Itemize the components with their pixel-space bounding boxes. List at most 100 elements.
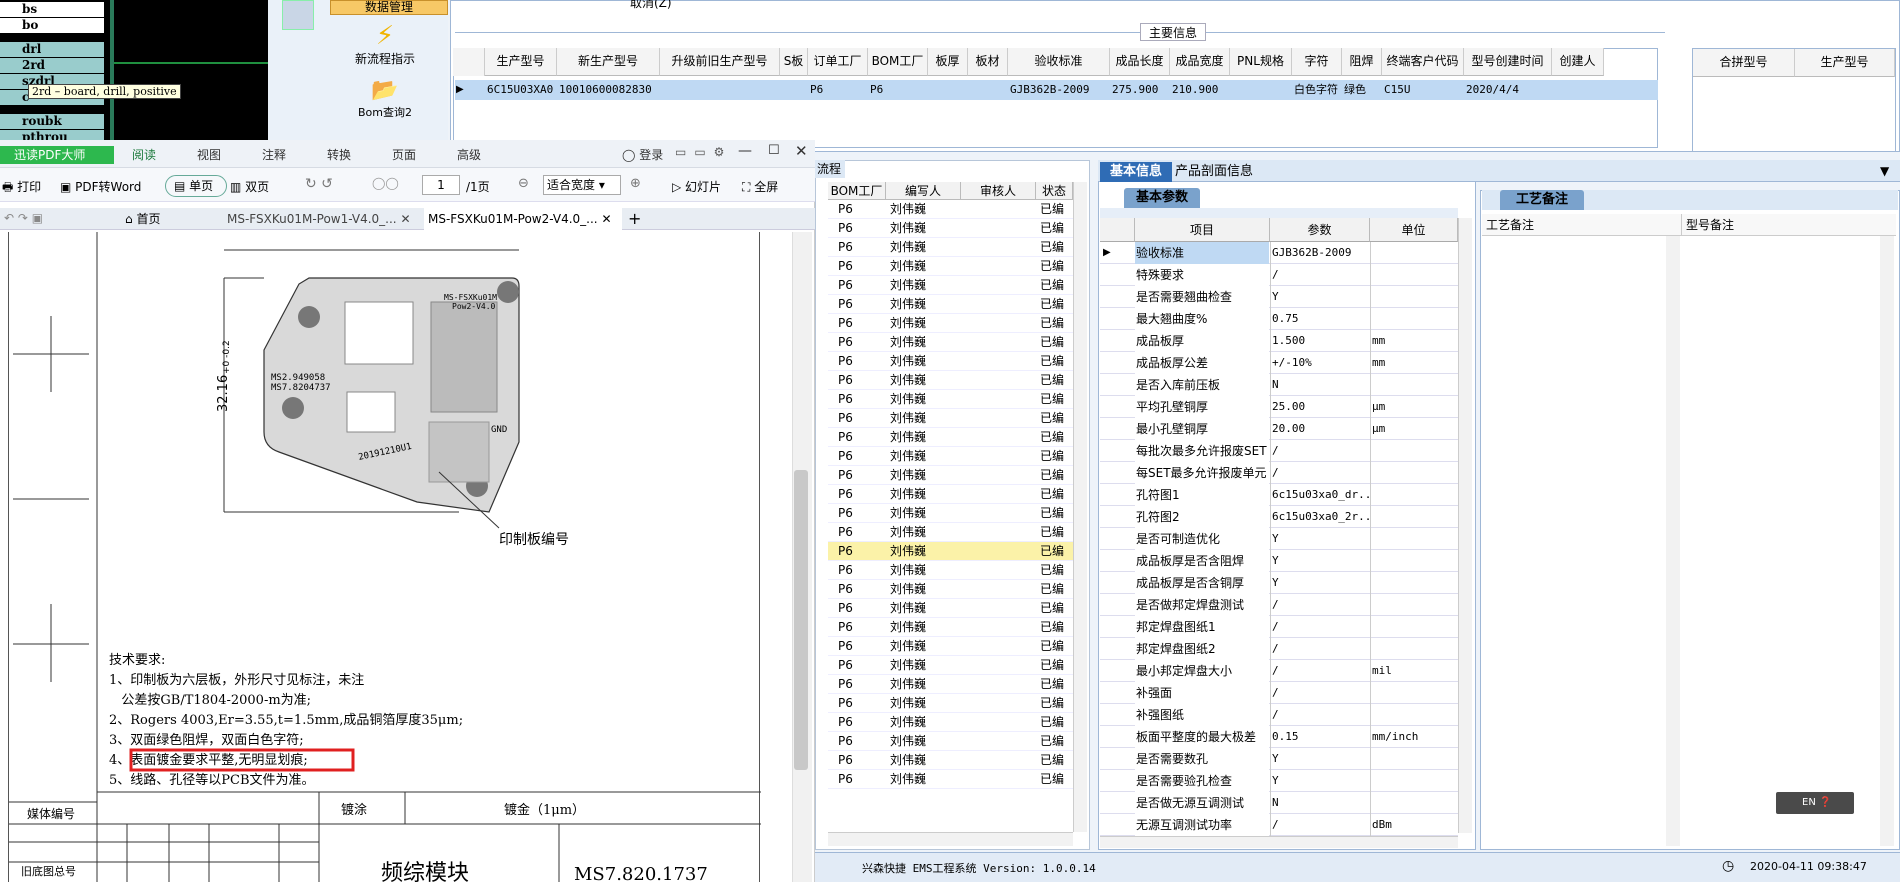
param-row[interactable]: 是否做邦定焊盘测试 / — [1100, 594, 1458, 616]
col-header[interactable]: 成品宽度 — [1170, 48, 1230, 76]
param-value[interactable]: 0.75 — [1270, 308, 1369, 330]
param-value[interactable]: Y — [1270, 770, 1369, 792]
grid-cell[interactable]: 白色字符 — [1294, 80, 1344, 100]
list-item[interactable]: P6 刘伟巍 已编 — [828, 694, 1073, 713]
tab-basic-params[interactable]: 基本参数 — [1124, 188, 1200, 208]
grid-cell[interactable]: 275.900 — [1112, 80, 1172, 100]
param-value[interactable]: / — [1270, 594, 1369, 616]
list-item[interactable]: P6 刘伟巍 已编 — [828, 314, 1073, 333]
list-hscrollbar[interactable] — [828, 832, 1073, 846]
list-item[interactable]: P6 刘伟巍 已编 — [828, 618, 1073, 637]
grid-cell[interactable]: 2020/4/4 — [1466, 80, 1554, 100]
list-item[interactable]: P6 刘伟巍 已编 — [828, 295, 1073, 314]
param-value[interactable]: / — [1270, 638, 1369, 660]
col-header-item[interactable]: 项目 — [1135, 218, 1270, 242]
col-header[interactable]: 审核人 — [961, 182, 1036, 200]
pdf-window-icons[interactable]: ▭▭⚙ — [675, 145, 732, 159]
list-item[interactable]: P6 刘伟巍 已编 — [828, 523, 1073, 542]
param-value[interactable]: / — [1270, 264, 1369, 286]
list-item[interactable]: P6 刘伟巍 已编 — [828, 542, 1073, 561]
single-page-button[interactable]: ▤ 单页 — [165, 175, 227, 197]
col-header[interactable]: 成品长度 — [1110, 48, 1170, 76]
col-header[interactable]: 状态 — [1036, 182, 1073, 200]
ribbon-icon-calc[interactable] — [282, 0, 314, 30]
param-value[interactable]: GJB362B-2009 — [1270, 242, 1369, 264]
pdf-menu-item[interactable]: 页面 — [392, 146, 416, 163]
list-item[interactable]: P6 刘伟巍 已编 — [828, 561, 1073, 580]
col-header[interactable]: PNL规格 — [1230, 48, 1292, 76]
param-row[interactable]: 成品板厚公差 +/-10% mm — [1100, 352, 1458, 374]
param-value[interactable]: N — [1270, 792, 1369, 814]
param-value[interactable]: / — [1270, 682, 1369, 704]
zoom-in-icon[interactable]: ⊕ — [630, 176, 641, 191]
param-row[interactable]: 是否做无源互调测试 N — [1100, 792, 1458, 814]
list-item[interactable]: P6 刘伟巍 已编 — [828, 238, 1073, 257]
tab-basic-info[interactable]: 基本信息 — [1100, 162, 1172, 182]
tab-data-manage[interactable]: 数据管理 — [330, 0, 448, 15]
col-header[interactable]: 订单工厂 — [808, 48, 868, 76]
grid-cell[interactable]: 210.900 — [1172, 80, 1232, 100]
col-header[interactable]: 板厚 — [928, 48, 968, 76]
col-header[interactable]: 终端客户代码 — [1382, 48, 1464, 76]
pdf-app-logo[interactable]: 迅读PDF大师 — [0, 146, 114, 164]
col-header[interactable]: 新生产型号 — [557, 48, 660, 76]
param-row[interactable]: 是否需要翘曲检查 Y — [1100, 286, 1458, 308]
pdf-menu-item[interactable]: 阅读 — [132, 146, 156, 163]
layer-item[interactable]: bs — [0, 2, 104, 17]
col-header[interactable]: 阻焊 — [1342, 48, 1382, 76]
param-row[interactable]: ▶ 验收标准 GJB362B-2009 — [1100, 242, 1458, 264]
list-item[interactable]: P6 刘伟巍 已编 — [828, 257, 1073, 276]
rotate-icons[interactable]: ↻ ↺ — [305, 176, 333, 192]
col-header[interactable]: 编写人 — [886, 182, 961, 200]
param-row[interactable]: 是否需要数孔 Y — [1100, 748, 1458, 770]
param-row[interactable]: 是否可制造优化 Y — [1100, 528, 1458, 550]
param-row[interactable]: 邦定焊盘图纸2/ — [1100, 638, 1458, 660]
param-row[interactable]: 平均孔壁铜厚 25.00 μm — [1100, 396, 1458, 418]
login-link[interactable]: ◯ 登录 — [622, 146, 663, 163]
ime-toolbar[interactable]: EN ❓ — [1776, 792, 1854, 814]
layer-item[interactable]: 2rd — [0, 58, 104, 73]
list-item[interactable]: P6 刘伟巍 已编 — [828, 637, 1073, 656]
param-row[interactable]: 无源互调测试功率 / dBm — [1100, 814, 1458, 836]
add-tab-icon[interactable]: + — [628, 208, 641, 230]
param-row[interactable]: 特殊要求 / — [1100, 264, 1458, 286]
col-header[interactable]: S板 — [780, 48, 808, 76]
list-item[interactable]: P6 刘伟巍 已编 — [828, 447, 1073, 466]
list-item[interactable]: P6 刘伟巍 已编 — [828, 599, 1073, 618]
help-icon[interactable]: ❓ — [1819, 797, 1831, 808]
grid-cell[interactable]: 绿色 — [1344, 80, 1384, 100]
param-row[interactable]: 孔符图1 6c15u03xa0_dr... — [1100, 484, 1458, 506]
list-item[interactable]: P6 刘伟巍 已编 — [828, 466, 1073, 485]
tab-home[interactable]: ⌂ 首页 — [125, 208, 215, 230]
list-item[interactable]: P6 刘伟巍 已编 — [828, 276, 1073, 295]
col-header[interactable]: BOM工厂 — [828, 182, 886, 200]
col-header[interactable]: BOM工厂 — [868, 48, 928, 76]
param-row[interactable]: 是否入库前压板 N — [1100, 374, 1458, 396]
merge-col-header[interactable]: 生产型号 — [1795, 49, 1895, 77]
grid-cell[interactable] — [1232, 80, 1294, 100]
grid-cell[interactable] — [782, 80, 810, 100]
bom-query-button[interactable]: 📂 Bom查询2 — [345, 78, 425, 120]
list-item[interactable]: P6 刘伟巍 已编 — [828, 200, 1073, 219]
param-row[interactable]: 成品板厚是否含阻焊 Y — [1100, 550, 1458, 572]
page-number-input[interactable]: 1 — [422, 175, 460, 195]
pdf-to-word-button[interactable]: ▣ PDF转Word — [60, 178, 141, 195]
minimize-icon[interactable]: — — [738, 143, 752, 159]
param-value[interactable]: / — [1270, 704, 1369, 726]
list-item[interactable]: P6 刘伟巍 已编 — [828, 428, 1073, 447]
param-row[interactable]: 最小邦定焊盘大小 / mil — [1100, 660, 1458, 682]
double-page-button[interactable]: ▥ 双页 — [230, 178, 269, 195]
param-value[interactable]: Y — [1270, 748, 1369, 770]
param-value[interactable]: +/-10% — [1270, 352, 1369, 374]
param-row[interactable]: 邦定焊盘图纸1/ — [1100, 616, 1458, 638]
param-row[interactable]: 最大翘曲度% 0.75 — [1100, 308, 1458, 330]
col-header[interactable]: 字符 — [1292, 48, 1342, 76]
model-scrollbar[interactable] — [1880, 236, 1894, 846]
list-scrollbar[interactable] — [1073, 182, 1087, 832]
col-header[interactable]: 验收标准 — [1008, 48, 1110, 76]
list-item[interactable]: P6 刘伟巍 已编 — [828, 751, 1073, 770]
list-item[interactable]: P6 刘伟巍 已编 — [828, 219, 1073, 238]
grid-cell[interactable] — [662, 80, 782, 100]
basic-hscrollbar[interactable] — [1100, 836, 1458, 848]
basic-scrollbar[interactable] — [1458, 218, 1472, 833]
